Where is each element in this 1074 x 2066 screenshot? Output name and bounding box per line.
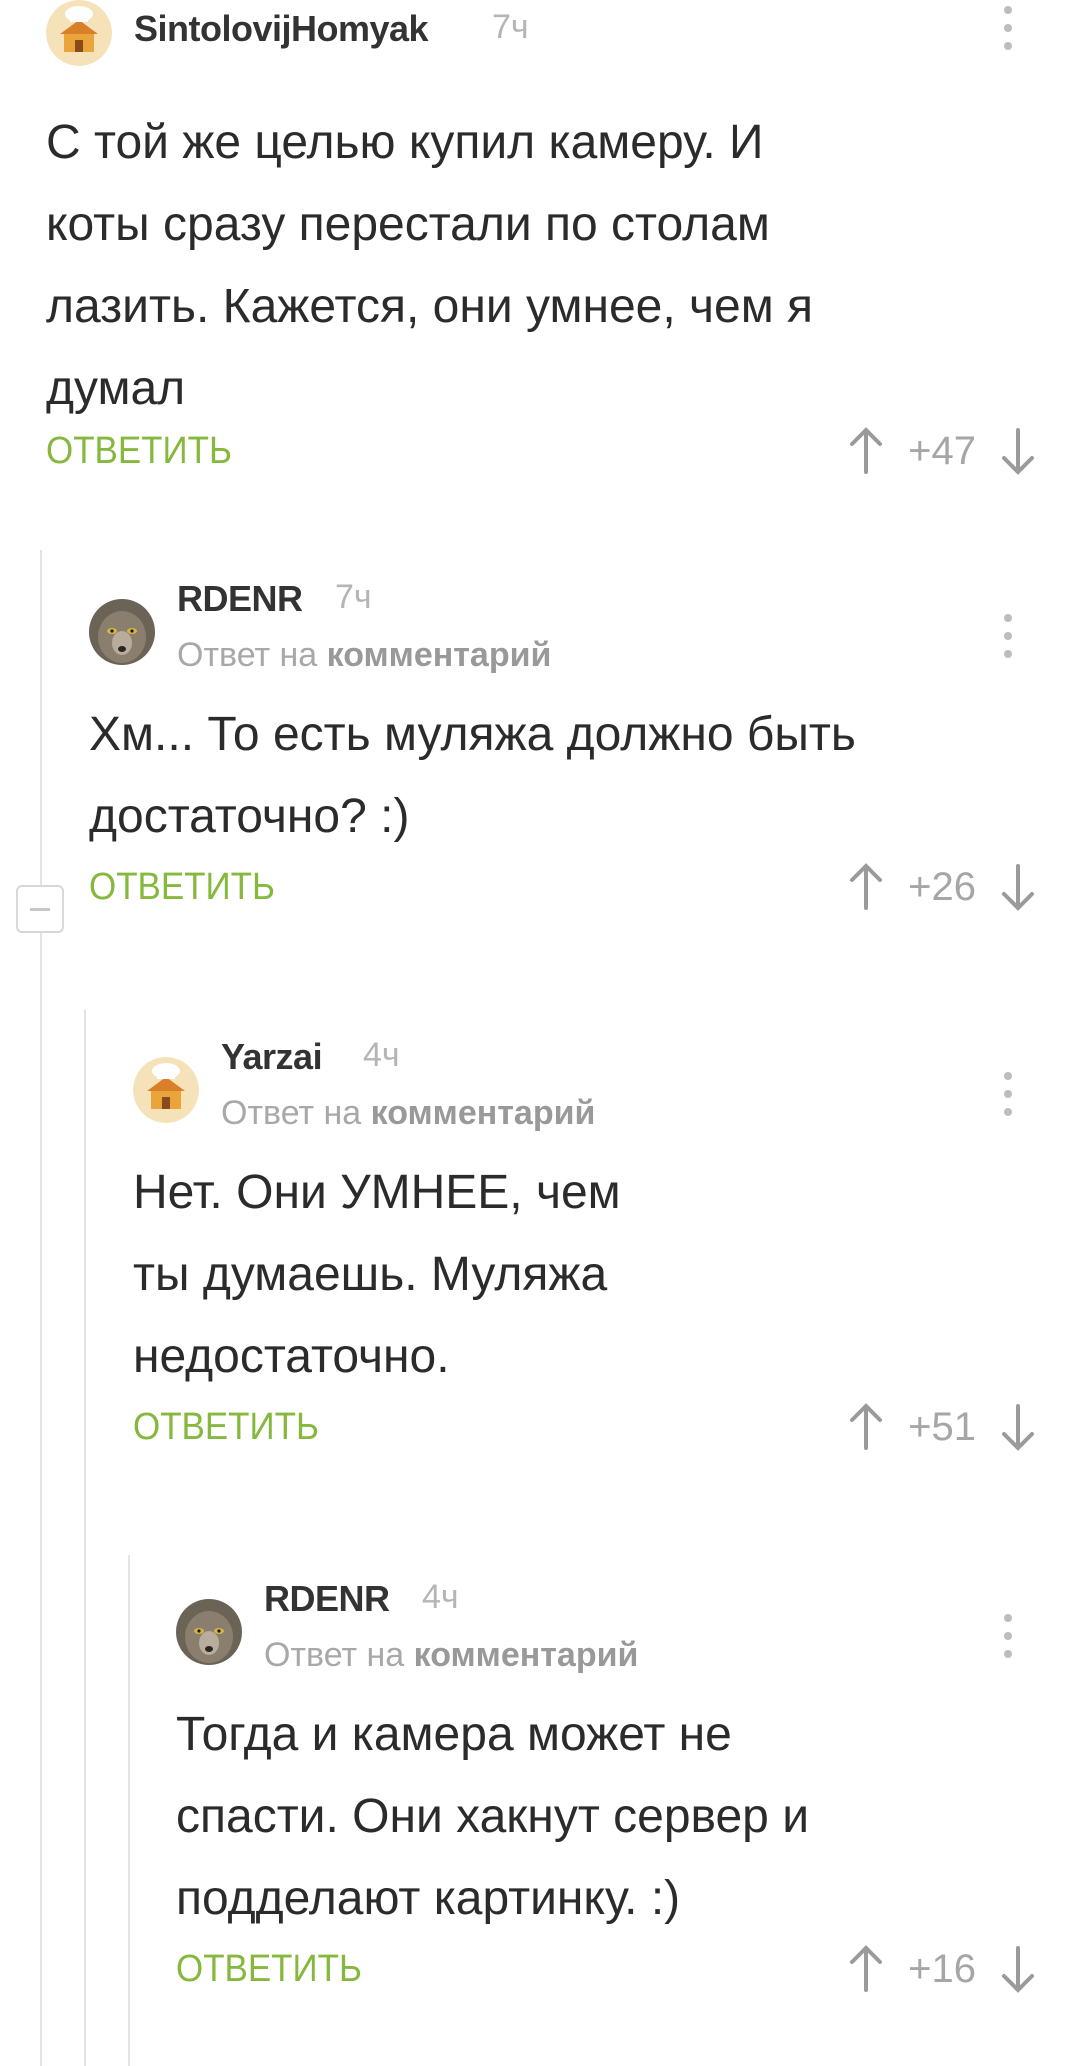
- comment-time: 7ч: [335, 578, 372, 616]
- collapse-thread-button[interactable]: [16, 885, 64, 933]
- vote-controls: +47: [846, 426, 1038, 476]
- rating: +51: [908, 1404, 976, 1449]
- comment-time: 4ч: [363, 1036, 400, 1074]
- upvote-arrow-icon[interactable]: [846, 1402, 886, 1452]
- chef-hat-house-icon: [46, 0, 112, 66]
- downvote-arrow-icon[interactable]: [998, 426, 1038, 476]
- reply-to-link[interactable]: комментарий: [371, 1094, 596, 1132]
- upvote-arrow-icon[interactable]: [846, 862, 886, 912]
- reply-button[interactable]: ОТВЕТИТЬ: [133, 1406, 319, 1449]
- more-options-button[interactable]: [988, 0, 1028, 58]
- reply-to-label: Ответ на комментарий: [177, 636, 552, 674]
- rating: +47: [908, 428, 976, 473]
- username[interactable]: RDENR: [177, 578, 303, 620]
- downvote-arrow-icon[interactable]: [998, 862, 1038, 912]
- thread-line-level-2: [84, 1010, 86, 2066]
- comment-3: Yarzai 4ч Ответ на комментарий Нет. Они …: [133, 1036, 1074, 1476]
- comment-1: SintolovijHomyak 7ч С той же целью купил…: [46, 0, 1074, 500]
- more-options-button[interactable]: [988, 1064, 1028, 1124]
- reply-to-label: Ответ на комментарий: [221, 1094, 596, 1132]
- downvote-arrow-icon[interactable]: [998, 1402, 1038, 1452]
- more-options-button[interactable]: [988, 1606, 1028, 1666]
- comment-time: 4ч: [422, 1578, 459, 1616]
- more-options-button[interactable]: [988, 606, 1028, 666]
- vote-controls: +26: [846, 862, 1038, 912]
- avatar[interactable]: [46, 0, 112, 66]
- reply-button[interactable]: ОТВЕТИТЬ: [89, 866, 275, 909]
- reply-to-label: Ответ на комментарий: [264, 1636, 639, 1674]
- comment-time: 7ч: [492, 8, 529, 46]
- comment-actions: ОТВЕТИТЬ +16: [176, 1945, 1074, 2018]
- comment-header: RDENR 7ч Ответ на комментарий: [89, 578, 1074, 686]
- upvote-arrow-icon[interactable]: [846, 1944, 886, 1994]
- thread-line-level-1: [40, 550, 42, 2066]
- comment-2: RDENR 7ч Ответ на комментарий Хм... То е…: [89, 578, 1074, 936]
- username[interactable]: RDENR: [264, 1578, 390, 1620]
- rating: +16: [908, 1946, 976, 1991]
- rating: +26: [908, 864, 976, 909]
- reply-button[interactable]: ОТВЕТИТЬ: [176, 1948, 362, 1991]
- comment-text: Тогда и камера может не спасти. Они хакн…: [176, 1708, 810, 1925]
- wolf-photo: [89, 599, 155, 665]
- vote-controls: +16: [846, 1944, 1038, 1994]
- comment-text: Хм... То есть муляжа должно быть достато…: [89, 708, 856, 843]
- comment-header: SintolovijHomyak 7ч: [46, 0, 1074, 100]
- comment-text: Нет. Они УМНЕЕ, чем ты думаешь. Муляжа н…: [133, 1166, 621, 1383]
- comment-header: Yarzai 4ч Ответ на комментарий: [133, 1036, 1074, 1144]
- chef-hat-house-icon: [133, 1057, 199, 1123]
- reply-to-link[interactable]: комментарий: [414, 1636, 639, 1674]
- comment-text: С той же целью купил камеру. И коты сраз…: [46, 116, 814, 415]
- comment-4: RDENR 4ч Ответ на комментарий Тогда и ка…: [176, 1578, 1074, 2018]
- reply-to-link[interactable]: комментарий: [327, 636, 552, 674]
- avatar[interactable]: [133, 1057, 199, 1123]
- downvote-arrow-icon[interactable]: [998, 1944, 1038, 1994]
- upvote-arrow-icon[interactable]: [846, 426, 886, 476]
- wolf-photo: [176, 1599, 242, 1665]
- comment-header: RDENR 4ч Ответ на комментарий: [176, 1578, 1074, 1686]
- avatar[interactable]: [89, 599, 155, 665]
- comment-actions: ОТВЕТИТЬ +47: [46, 427, 1074, 500]
- username[interactable]: SintolovijHomyak: [134, 8, 429, 50]
- comment-actions: ОТВЕТИТЬ +26: [89, 863, 1074, 936]
- comment-actions: ОТВЕТИТЬ +51: [133, 1403, 1074, 1476]
- avatar[interactable]: [176, 1599, 242, 1665]
- vote-controls: +51: [846, 1402, 1038, 1452]
- reply-button[interactable]: ОТВЕТИТЬ: [46, 430, 232, 473]
- thread-line-level-3: [128, 1555, 130, 2066]
- username[interactable]: Yarzai: [221, 1036, 323, 1078]
